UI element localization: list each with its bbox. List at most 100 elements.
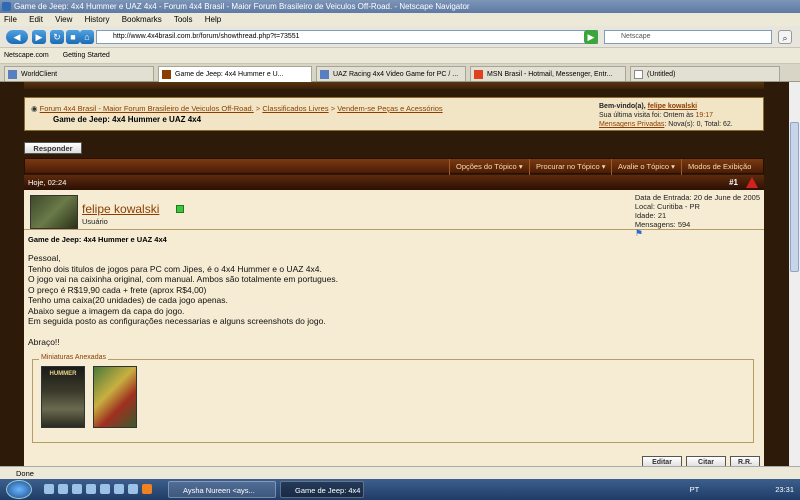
window-titlebar: Game de Jeep: 4x4 Hummer e UAZ 4x4 - For… — [0, 0, 800, 13]
breadcrumb-classificados[interactable]: Classificados Livres — [262, 104, 328, 113]
edit-button[interactable]: Editar — [642, 456, 682, 466]
quote-button-label: Citar — [698, 459, 714, 466]
tab-uaz-racing[interactable]: UAZ Racing 4x4 Video Game for PC / ... — [316, 66, 466, 81]
taskbar-item-email[interactable]: Aysha Nureen <ays... — [168, 481, 276, 498]
attachment-thumbnail-uaz[interactable] — [93, 366, 137, 428]
forward-arrow-icon[interactable]: ▶ — [32, 30, 46, 44]
tab-label: (Untitled) — [647, 71, 676, 78]
forum-header-strip — [24, 82, 764, 89]
bookmark-getting-started[interactable]: Getting Started — [63, 52, 110, 59]
system-tray: PT 23:31 — [690, 479, 800, 500]
post-line: Tenho uma caixa(20 unidades) de cada jog… — [28, 295, 228, 305]
post-line: Abaixo segue a imagem da capa do jogo. — [28, 305, 185, 316]
clock[interactable]: 23:31 — [775, 485, 794, 494]
bookmarks-toolbar: Netscape.com Getting Started — [0, 48, 800, 64]
quicklaunch-icon[interactable] — [58, 484, 68, 494]
menu-edit[interactable]: Edit — [29, 15, 43, 24]
windows-taskbar: Aysha Nureen <ays... Game de Jeep: 4x4 .… — [0, 479, 800, 500]
quicklaunch-icon[interactable] — [44, 484, 54, 494]
quicklaunch-icon[interactable] — [114, 484, 124, 494]
post-line: Em seguida posto as configurações necess… — [28, 316, 326, 326]
search-icon[interactable]: ⌕ — [778, 30, 792, 44]
tab-label: UAZ Racing 4x4 Video Game for PC / ... — [333, 71, 459, 78]
breadcrumb-box: ◉ Forum 4x4 Brasil - Maior Forum Brasile… — [24, 97, 764, 131]
back-arrow-icon[interactable]: ◀ — [6, 30, 28, 44]
avatar — [30, 195, 78, 229]
menu-tools[interactable]: Tools — [174, 15, 193, 24]
bookmark-netscape[interactable]: Netscape.com — [4, 52, 49, 59]
post-line — [28, 327, 728, 338]
post-author[interactable]: felipe kowalski — [82, 202, 159, 216]
quicklaunch-icon[interactable] — [86, 484, 96, 494]
post-line: O jogo vai na caixinha original, com man… — [28, 274, 338, 284]
scrollbar-thumb[interactable] — [790, 122, 799, 272]
quicklaunch-icon[interactable] — [100, 484, 110, 494]
stop-icon[interactable]: ■ — [66, 30, 80, 44]
menu-history[interactable]: History — [85, 15, 110, 24]
search-thread-menu[interactable]: Procurar no Tópico ▾ — [529, 159, 612, 175]
tab-label: WorldClient — [21, 71, 58, 78]
quicklaunch-icon[interactable] — [142, 484, 152, 494]
start-button-icon[interactable] — [6, 480, 32, 499]
tab-label: Game de Jeep: 4x4 Hummer e U... — [175, 71, 284, 78]
breadcrumb-separator: > — [330, 104, 336, 113]
tab-untitled[interactable]: (Untitled) — [630, 66, 780, 81]
quote-button[interactable]: Citar — [686, 456, 726, 466]
forum-post: Hoje, 02:24 #1 felipe kowalski Usuário D… — [24, 175, 764, 466]
post-line: O preço é R$19,90 cada + frete (aprox R$… — [28, 284, 207, 295]
reply-button-label: Responder — [33, 144, 73, 153]
tab-worldclient[interactable]: WorldClient — [4, 66, 154, 81]
tab-game-de-jeep[interactable]: Game de Jeep: 4x4 Hummer e U... — [158, 66, 312, 82]
private-messages-link[interactable]: Mensagens Privadas — [599, 121, 664, 128]
home-icon[interactable]: ⌂ — [80, 30, 94, 44]
welcome-username[interactable]: felipe kowalski — [648, 103, 697, 110]
edit-button-label: Editar — [652, 459, 672, 466]
tab-favicon-icon — [162, 70, 171, 79]
rate-thread-menu[interactable]: Avalie o Tópico ▾ — [611, 159, 681, 175]
menu-help[interactable]: Help — [205, 15, 221, 24]
navigation-toolbar: ◀ ▶ ↻ ■ ⌂ http://www.4x4brasil.com.br/fo… — [0, 26, 800, 48]
breadcrumb-vendem-se[interactable]: Vendem-se Peças e Acessórios — [337, 104, 442, 113]
attachment-thumbnail-hummer[interactable]: HUMMER — [41, 366, 85, 428]
search-field[interactable]: Netscape — [604, 30, 772, 44]
reload-icon[interactable]: ↻ — [50, 30, 64, 44]
age: Idade: 21 — [634, 211, 667, 220]
window-title: Game de Jeep: 4x4 Hummer e UAZ 4x4 - For… — [14, 2, 470, 11]
quicklaunch-icon[interactable] — [128, 484, 138, 494]
quick-reply-button[interactable]: R.R. — [730, 456, 760, 466]
post-number[interactable]: #1 — [729, 175, 738, 190]
welcome-box: Bem-vindo(a), felipe kowalski Sua última… — [599, 102, 759, 129]
thumbnail-title: HUMMER — [49, 371, 77, 377]
report-warning-icon[interactable] — [746, 177, 758, 188]
thread-options-menu[interactable]: Opções do Tópico ▾ — [449, 159, 529, 175]
welcome-greeting: Bem-vindo(a), — [599, 103, 646, 110]
post-user-info: felipe kowalski Usuário Data de Entrada:… — [24, 190, 764, 238]
last-visit-label: Sua última visita foi: Ontem às — [599, 112, 694, 119]
online-status-icon — [176, 205, 184, 213]
menu-view[interactable]: View — [55, 15, 72, 24]
post-subject: Game de Jeep: 4x4 Hummer e UAZ 4x4 — [28, 235, 167, 244]
vertical-scrollbar[interactable] — [789, 82, 800, 466]
menu-file[interactable]: File — [4, 15, 17, 24]
language-indicator[interactable]: PT — [690, 485, 699, 494]
post-date: Hoje, 02:24 — [28, 178, 67, 187]
breadcrumb-arrow-icon: ◉ — [31, 104, 38, 113]
url-field[interactable]: http://www.4x4brasil.com.br/forum/showth… — [96, 30, 598, 44]
taskbar-item-label: Game de Jeep: 4x4 ... — [295, 486, 364, 495]
taskbar-item-browser[interactable]: Game de Jeep: 4x4 ... — [280, 481, 364, 498]
tab-favicon-icon — [8, 70, 17, 79]
quicklaunch-icon[interactable] — [72, 484, 82, 494]
go-arrow-icon[interactable]: ▶ — [584, 30, 598, 44]
menu-bookmarks[interactable]: Bookmarks — [122, 15, 162, 24]
tab-favicon-icon — [320, 70, 329, 79]
post-author-title: Usuário — [82, 217, 108, 226]
user-network-icon[interactable]: ⚑ — [635, 229, 760, 238]
join-date: Data de Entrada: 20 de June de 2005 — [634, 193, 760, 202]
breadcrumb: ◉ Forum 4x4 Brasil - Maior Forum Brasile… — [31, 104, 443, 113]
post-line: Abraço!! — [28, 337, 60, 347]
tab-msn-brasil[interactable]: MSN Brasil - Hotmail, Messenger, Entr... — [470, 66, 626, 81]
url-text: http://www.4x4brasil.com.br/forum/showth… — [113, 33, 300, 40]
display-modes-menu[interactable]: Modos de Exibição ▾ — [681, 159, 763, 187]
reply-button[interactable]: Responder — [24, 142, 82, 154]
breadcrumb-root[interactable]: Forum 4x4 Brasil - Maior Forum Brasileir… — [40, 104, 254, 113]
